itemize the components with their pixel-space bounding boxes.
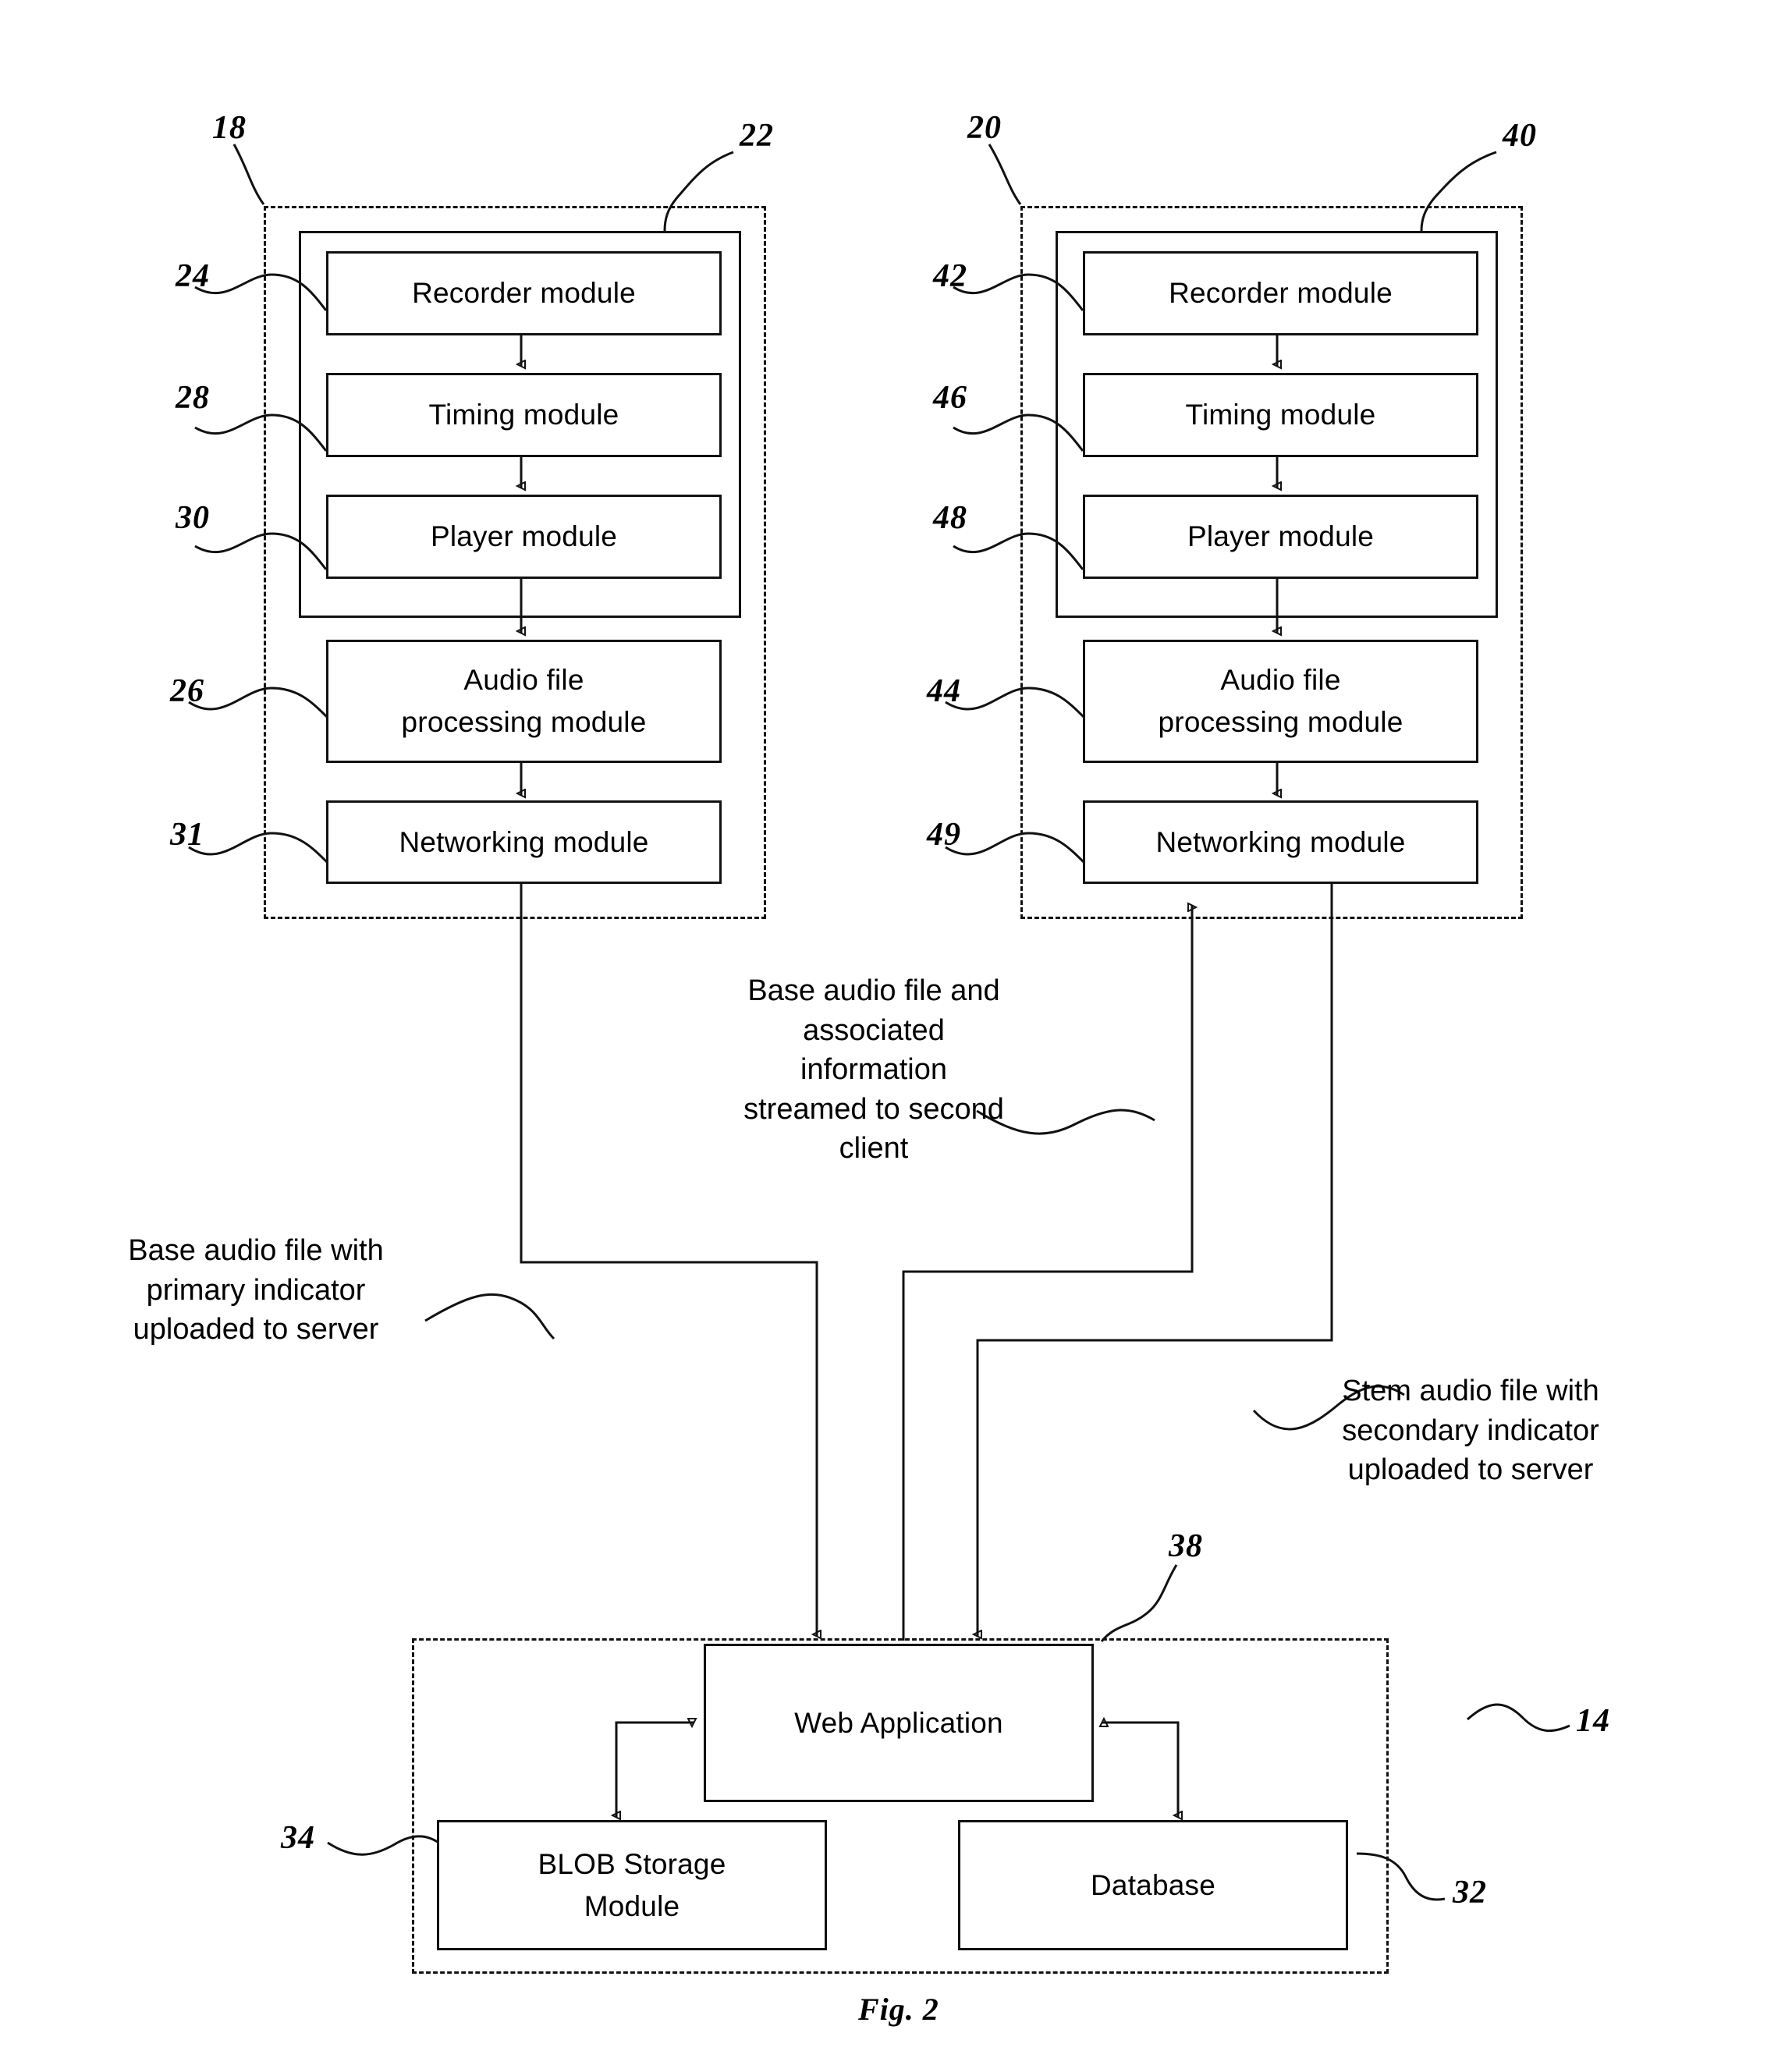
- annotation-line: Stem audio file with: [1342, 1375, 1599, 1407]
- annotation-line: information: [800, 1053, 947, 1087]
- annotation-base-upload-to-server: Base audio file with primary indicator u…: [84, 1231, 428, 1350]
- ref-20: 20: [967, 110, 1002, 146]
- module-recorder-left: Recorder module: [326, 251, 722, 335]
- annotation-line: Base audio file and: [747, 974, 1000, 1007]
- figure-caption: Fig. 2: [858, 1992, 939, 2027]
- module-player-left: Player module: [326, 495, 722, 579]
- module-audio-file-processing-left: Audio file processing module: [326, 640, 722, 763]
- ref-24: 24: [176, 258, 210, 294]
- module-label-line2: processing module: [1158, 706, 1403, 738]
- ref-32: 32: [1453, 1875, 1487, 1911]
- module-label: Networking module: [399, 825, 649, 858]
- annotation-line: client: [839, 1132, 909, 1166]
- ref-49: 49: [927, 817, 961, 853]
- ref-44: 44: [927, 673, 961, 709]
- lead-line-base-upload: [424, 1293, 555, 1340]
- ref-31: 31: [170, 817, 204, 853]
- patent-figure-2: Recorder module Timing module Player mod…: [0, 0, 1792, 2065]
- ref-40: 40: [1503, 118, 1537, 154]
- module-timing-right: Timing module: [1083, 373, 1478, 457]
- module-player-right: Player module: [1083, 495, 1478, 579]
- ref-14: 14: [1576, 1703, 1610, 1739]
- lead-line-14: [1466, 1703, 1570, 1733]
- annotation-line: uploaded to server: [133, 1313, 379, 1347]
- ref-46: 46: [933, 380, 967, 416]
- ref-30: 30: [176, 500, 210, 536]
- module-label: Timing module: [1185, 399, 1376, 431]
- annotation-line: streamed to second: [743, 1092, 1004, 1126]
- ref-42: 42: [933, 258, 967, 294]
- module-label-line1: Audio file: [1220, 664, 1341, 697]
- module-database: Database: [958, 1820, 1348, 1950]
- module-label: Database: [1091, 1868, 1215, 1901]
- annotation-line: primary indicator: [146, 1273, 366, 1307]
- annotation-stream-to-second-client: Base audio file and associated informati…: [706, 971, 1041, 1169]
- module-label: Recorder module: [1169, 277, 1393, 310]
- annotation-stem-upload-to-server: Stem audio file with secondary indicator…: [1295, 1371, 1646, 1490]
- module-label: Networking module: [1155, 825, 1406, 858]
- module-timing-left: Timing module: [326, 373, 722, 457]
- ref-18: 18: [212, 110, 247, 146]
- module-networking-left: Networking module: [326, 800, 722, 884]
- ref-48: 48: [933, 500, 967, 536]
- ref-38: 38: [1169, 1528, 1203, 1564]
- ref-34: 34: [281, 1820, 315, 1856]
- module-label-line1: BLOB Storage: [538, 1847, 726, 1880]
- module-label: Player module: [430, 520, 618, 553]
- module-label: Timing module: [428, 399, 619, 431]
- lead-line-18: [232, 144, 265, 205]
- module-web-application: Web Application: [704, 1644, 1094, 1802]
- module-audio-file-processing-right: Audio file processing module: [1083, 640, 1478, 763]
- lead-line-20: [988, 144, 1022, 205]
- module-label-line2: processing module: [401, 706, 647, 738]
- module-label: Recorder module: [412, 277, 636, 310]
- module-label-line2: Module: [584, 1889, 680, 1922]
- module-blob-storage: BLOB Storage Module: [437, 1820, 827, 1950]
- module-label: Player module: [1187, 520, 1375, 553]
- annotation-line: uploaded to server: [1347, 1453, 1594, 1487]
- annotation-line: secondary indicator: [1342, 1414, 1599, 1447]
- module-label-line1: Audio file: [463, 664, 584, 697]
- annotation-line: Base audio file with: [128, 1234, 384, 1267]
- ref-26: 26: [170, 673, 204, 709]
- module-label: Web Application: [794, 1706, 1003, 1739]
- ref-22: 22: [740, 118, 774, 154]
- lead-line-38: [1100, 1564, 1178, 1642]
- module-networking-right: Networking module: [1083, 800, 1478, 884]
- ref-28: 28: [176, 380, 210, 416]
- annotation-line: associated: [803, 1013, 945, 1047]
- module-recorder-right: Recorder module: [1083, 251, 1478, 335]
